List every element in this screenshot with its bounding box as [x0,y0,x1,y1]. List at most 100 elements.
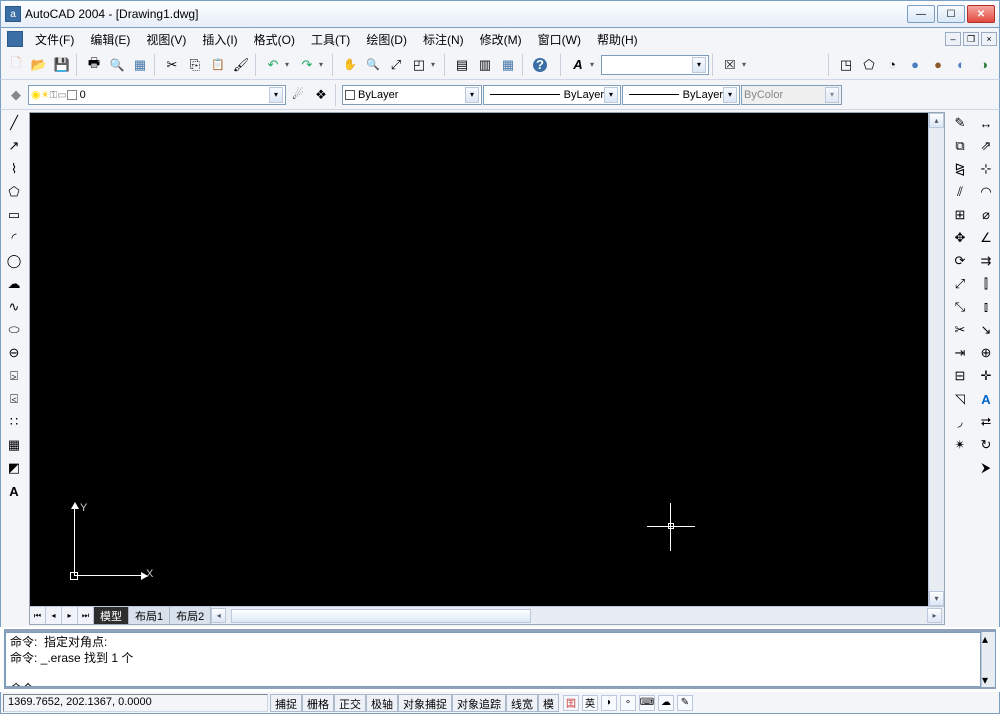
break-tool[interactable]: ⊟ [949,365,971,387]
scroll-thumb[interactable] [231,609,531,623]
tab-model[interactable]: 模型 [94,607,129,624]
ellipse-tool[interactable]: ⬭ [3,319,25,341]
horizontal-scrollbar[interactable]: ◂ ▸ [211,607,944,624]
array-tool[interactable]: ⊞ [949,204,971,226]
extend-tool[interactable]: ⇥ [949,342,971,364]
chevron-down-icon[interactable]: ▾ [723,87,737,103]
menu-draw[interactable]: 绘图(D) [358,29,415,50]
ime-settings-icon[interactable]: ✎ [677,695,693,711]
scroll-right-button[interactable]: ▸ [927,608,942,623]
scale-tool[interactable]: ⤢ [949,273,971,295]
osnap-toggle[interactable]: 对象捕捉 [398,694,452,712]
menu-insert[interactable]: 插入(I) [194,29,245,50]
ime-shape-icon[interactable]: ◗ [601,695,617,711]
open-button[interactable] [28,54,50,76]
region-tool[interactable]: ◩ [3,457,25,479]
ime-mode-icon[interactable]: 英 [582,695,598,711]
text-style-icon[interactable] [567,54,589,76]
erase-tool[interactable]: ✎ [949,112,971,134]
command-text[interactable]: 命令: 指定对角点: 命令: _.erase 找到 1 个 命令: [5,632,981,687]
dim-quick-tool[interactable]: ⇉ [975,250,997,272]
dim-dropdown[interactable]: ▾ [742,60,752,69]
view-2dwire-icon[interactable]: ◳ [835,54,857,76]
polygon-tool[interactable]: ⬠ [3,181,25,203]
menu-modify[interactable]: 修改(M) [472,29,530,50]
menu-view[interactable]: 视图(V) [138,29,194,50]
dim-continue-tool[interactable]: ⫾ [975,296,997,318]
rectangle-tool[interactable]: ▭ [3,204,25,226]
mdi-restore-button[interactable]: ❐ [963,32,979,46]
dim-linear-tool[interactable]: ↔ [975,112,997,134]
menu-edit[interactable]: 编辑(E) [82,29,138,50]
explode-tool[interactable]: ✴ [949,434,971,456]
layer-previous-button[interactable]: ☄ [287,84,309,106]
fillet-tool[interactable]: ◞ [949,411,971,433]
tolerance-tool[interactable]: ⊕ [975,342,997,364]
dim-radius-tool[interactable]: ◠ [975,181,997,203]
ortho-toggle[interactable]: 正交 [334,694,366,712]
polar-toggle[interactable]: 极轴 [366,694,398,712]
move-tool[interactable]: ✥ [949,227,971,249]
undo-dropdown[interactable]: ▾ [285,60,295,69]
arc-tool[interactable]: ◜ [3,227,25,249]
copy-button[interactable] [184,54,206,76]
publish-button[interactable] [129,54,151,76]
zoom-dropdown[interactable]: ▾ [431,60,441,69]
layer-manager-button[interactable] [5,84,27,106]
lineweight-combo[interactable]: ByLayer ▾ [622,85,740,105]
offset-tool[interactable]: ⫽ [949,181,971,203]
leader-tool[interactable]: ↘ [975,319,997,341]
dim-diameter-tool[interactable]: ⌀ [975,204,997,226]
menu-help[interactable]: 帮助(H) [589,29,646,50]
view-flat-edges-icon[interactable]: ◐ [950,54,972,76]
mirror-tool[interactable]: ⧎ [949,158,971,180]
dim-update-tool[interactable]: ↻ [975,434,997,456]
tab-last-button[interactable]: ⏭ [78,607,94,624]
zoom-window-button[interactable] [408,54,430,76]
rotate-tool[interactable]: ⟳ [949,250,971,272]
scroll-track[interactable] [227,609,926,623]
chevron-down-icon[interactable]: ▾ [465,87,479,103]
menu-tools[interactable]: 工具(T) [303,29,358,50]
menu-file[interactable]: 文件(F) [27,29,82,50]
coordinate-display[interactable]: 1369.7652, 202.1367, 0.0000 [3,694,268,712]
menu-window[interactable]: 窗口(W) [530,29,589,50]
tab-layout2[interactable]: 布局2 [170,607,211,624]
maximize-button[interactable]: ☐ [937,5,965,23]
menu-format[interactable]: 格式(O) [246,29,303,50]
make-block-tool[interactable]: ⍃ [3,388,25,410]
text-style-combo[interactable]: ▾ [601,55,709,75]
zoom-realtime-button[interactable] [362,54,384,76]
ime-punct-icon[interactable]: ∘ [620,695,636,711]
pan-button[interactable] [339,54,361,76]
mdi-close-button[interactable]: × [981,32,997,46]
chevron-down-icon[interactable]: ▾ [269,87,283,103]
dim-style-icon[interactable]: ⮽ [719,54,741,76]
match-properties-button[interactable] [230,54,252,76]
text-style-dropdown-arrow[interactable]: ▾ [590,60,600,69]
scroll-track[interactable] [982,646,995,673]
dim-aligned-tool[interactable]: ⇗ [975,135,997,157]
cut-button[interactable] [161,54,183,76]
lwt-toggle[interactable]: 线宽 [506,694,538,712]
scroll-down-button[interactable]: ▾ [982,673,995,687]
center-mark-tool[interactable]: ✛ [975,365,997,387]
scroll-down-button[interactable]: ▾ [929,591,944,606]
ellipse-arc-tool[interactable]: ⊖ [3,342,25,364]
scroll-left-button[interactable]: ◂ [211,608,226,623]
text-tool[interactable]: A [3,480,25,502]
dim-baseline-tool[interactable]: ⫿ [975,273,997,295]
copy-tool[interactable]: ⧉ [949,135,971,157]
chevron-down-icon[interactable]: ▾ [692,57,706,73]
scroll-track[interactable] [929,128,944,591]
help-button[interactable] [529,54,551,76]
circle-tool[interactable]: ◯ [3,250,25,272]
point-tool[interactable]: ∷ [3,411,25,433]
plot-button[interactable] [83,54,105,76]
layer-combo[interactable]: 0 ▾ [28,85,286,105]
line-tool[interactable]: ╱ [3,112,25,134]
layer-states-button[interactable]: ❖ [310,84,332,106]
scroll-up-button[interactable]: ▴ [982,632,995,646]
drawing-canvas[interactable]: Y X [30,113,928,606]
dim-ordinate-tool[interactable]: ⊹ [975,158,997,180]
